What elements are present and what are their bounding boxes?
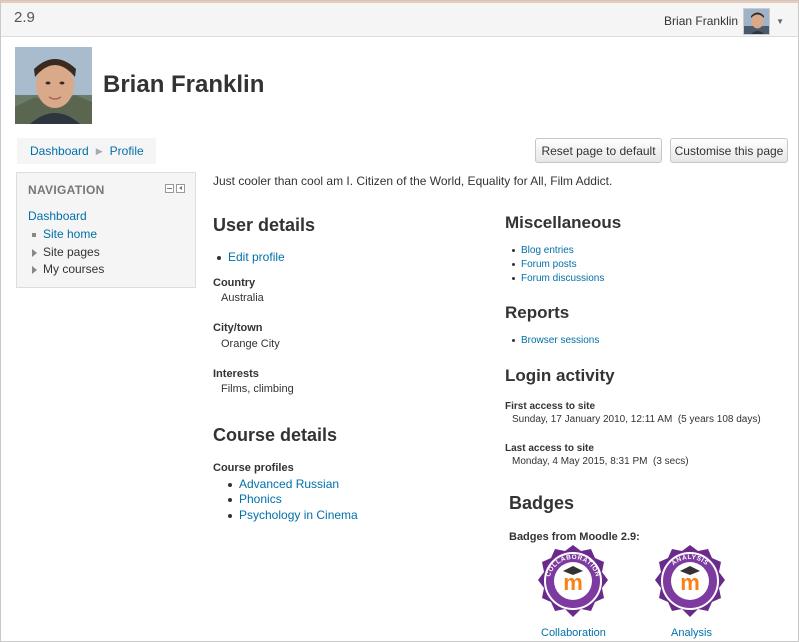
- bullet-icon: [228, 513, 232, 518]
- bullet-icon: [512, 248, 515, 252]
- miscellaneous-heading: Miscellaneous: [505, 213, 622, 232]
- user-details-heading: User details: [213, 215, 316, 235]
- badge-icon: COLLABORATION m: [538, 545, 608, 617]
- user-menu-name[interactable]: Brian Franklin: [664, 14, 738, 28]
- country-label: Country: [213, 277, 256, 289]
- list-item: Blog entries: [512, 245, 574, 256]
- bullet-icon: [512, 338, 515, 342]
- top-navbar: 2.9 Brian Franklin ▼: [1, 1, 798, 37]
- expand-arrow-icon[interactable]: [32, 265, 37, 274]
- badge-analysis[interactable]: ANALYSIS m: [651, 543, 729, 623]
- nav-item-my-courses-label[interactable]: My courses: [43, 262, 104, 276]
- badge-collaboration[interactable]: COLLABORATION m: [534, 543, 612, 623]
- dock-block-icon[interactable]: [176, 184, 185, 193]
- city-label: City/town: [213, 322, 263, 334]
- interests-label: Interests: [213, 368, 259, 380]
- bullet-icon: [512, 276, 515, 280]
- customise-page-button[interactable]: Customise this page: [670, 138, 788, 163]
- nav-item-site-pages[interactable]: Site pages: [32, 245, 100, 259]
- reset-page-button[interactable]: Reset page to default: [535, 138, 662, 163]
- list-item: Forum discussions: [512, 273, 604, 284]
- chevron-down-icon[interactable]: ▼: [776, 17, 784, 26]
- first-access-label: First access to site: [505, 401, 596, 412]
- nav-item-dashboard[interactable]: Dashboard: [28, 209, 87, 223]
- badges-heading: Badges: [509, 493, 575, 513]
- nav-item-site-home[interactable]: Site home: [32, 227, 97, 241]
- last-access-value: Monday, 4 May 2015, 8:31 PM (3 secs): [512, 456, 689, 467]
- badge-collaboration-link[interactable]: Collaboration: [541, 627, 606, 639]
- profile-picture: [15, 47, 92, 124]
- navigation-block: NAVIGATION Dashboard Site home Site page…: [16, 172, 196, 288]
- forum-discussions-link[interactable]: Forum discussions: [521, 273, 604, 284]
- course-details-heading: Course details: [213, 425, 338, 445]
- list-item: Forum posts: [512, 259, 577, 270]
- breadcrumb-dashboard[interactable]: Dashboard: [30, 144, 89, 158]
- course-link-phonics[interactable]: Phonics: [239, 492, 282, 506]
- navigation-block-title: NAVIGATION: [28, 183, 105, 197]
- course-profiles-label: Course profiles: [213, 462, 294, 474]
- breadcrumb-profile[interactable]: Profile: [110, 144, 144, 158]
- bullet-icon: [228, 497, 232, 502]
- list-item: Phonics: [228, 492, 282, 506]
- user-description: Just cooler than cool am I. Citizen of t…: [213, 174, 613, 188]
- list-item: Advanced Russian: [228, 477, 339, 491]
- nav-item-site-pages-label[interactable]: Site pages: [43, 245, 100, 259]
- edit-profile-link[interactable]: Edit profile: [228, 250, 285, 264]
- list-item: Psychology in Cinema: [228, 508, 358, 522]
- user-avatar[interactable]: [743, 7, 771, 35]
- breadcrumb-separator-icon: ▶: [95, 145, 103, 156]
- country-value: Australia: [221, 292, 264, 304]
- site-brand[interactable]: 2.9: [14, 9, 35, 26]
- expand-arrow-icon[interactable]: [32, 248, 37, 257]
- first-access-value: Sunday, 17 January 2010, 12:11 AM (5 yea…: [512, 414, 761, 425]
- bullet-icon: [512, 262, 515, 266]
- interests-link[interactable]: Films, climbing: [221, 383, 294, 395]
- nav-item-site-home-label[interactable]: Site home: [43, 227, 97, 241]
- bullet-icon: [217, 255, 221, 260]
- list-item: Edit profile: [217, 250, 285, 264]
- bullet-icon: [228, 482, 232, 487]
- blog-entries-link[interactable]: Blog entries: [521, 245, 574, 256]
- forum-posts-link[interactable]: Forum posts: [521, 259, 577, 270]
- list-item: Browser sessions: [512, 335, 599, 346]
- collapse-block-icon[interactable]: [165, 184, 174, 193]
- badge-analysis-link[interactable]: Analysis: [671, 627, 712, 639]
- course-link-psychology-in-cinema[interactable]: Psychology in Cinema: [239, 508, 358, 522]
- course-link-advanced-russian[interactable]: Advanced Russian: [239, 477, 339, 491]
- user-menu[interactable]: Brian Franklin ▼: [664, 6, 784, 36]
- badge-icon: ANALYSIS m: [655, 545, 725, 617]
- page-title: Brian Franklin: [103, 71, 265, 98]
- breadcrumb: Dashboard ▶ Profile: [17, 138, 156, 164]
- square-bullet-icon: [32, 232, 36, 237]
- last-access-label: Last access to site: [505, 443, 594, 454]
- reports-heading: Reports: [505, 303, 570, 322]
- browser-sessions-link[interactable]: Browser sessions: [521, 335, 599, 346]
- nav-item-my-courses[interactable]: My courses: [32, 262, 104, 276]
- login-activity-heading: Login activity: [505, 366, 615, 385]
- city-value: Orange City: [221, 338, 280, 350]
- badges-from-label: Badges from Moodle 2.9:: [509, 531, 640, 543]
